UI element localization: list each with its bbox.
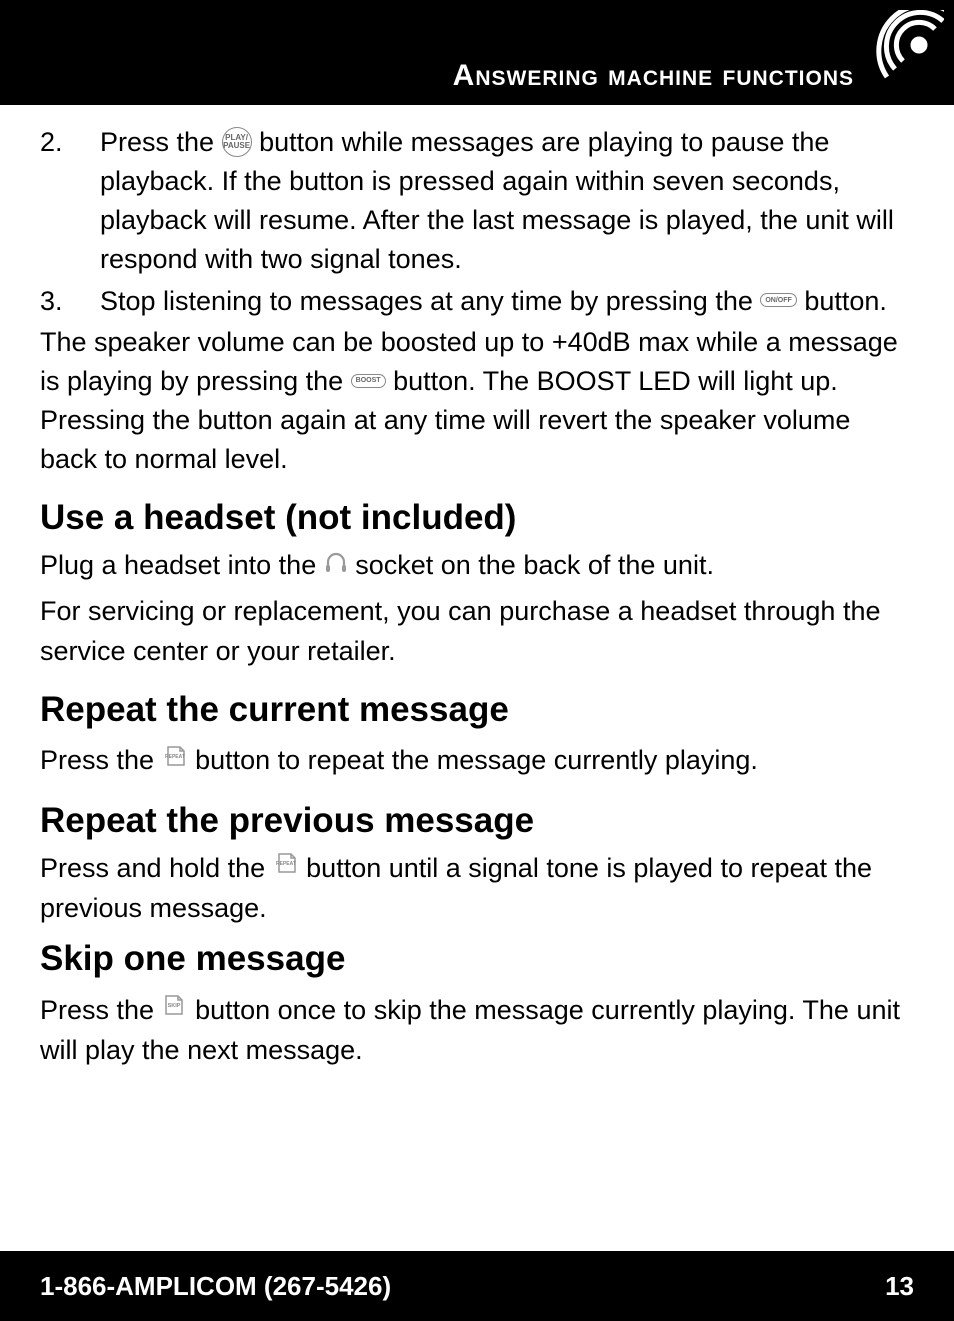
text: Press the [100, 127, 222, 157]
header-title: Answering machine functions [453, 59, 854, 93]
headphones-icon [324, 545, 348, 584]
skip-paragraph: Press the SKIP button once to skip the m… [40, 991, 914, 1071]
text: button. [797, 286, 887, 316]
repeat-button-icon: REPEAT [162, 741, 188, 780]
text: button to repeat the message currently p… [188, 745, 758, 775]
boost-paragraph: The speaker volume can be boosted up to … [40, 323, 914, 480]
step-number: 2. [40, 123, 100, 280]
repeat-previous-paragraph: Press and hold the REPEAT button until a… [40, 849, 914, 929]
boost-icon: BOOST [351, 374, 386, 388]
step-number: 3. [40, 282, 100, 321]
repeat-button-icon: REPEAT [273, 848, 299, 887]
page-header: Answering machine functions [0, 0, 954, 105]
step-2: 2. Press the PLAY/ PAUSE button while me… [40, 123, 914, 280]
svg-text:REPEAT: REPEAT [165, 754, 185, 760]
step-text: Press the PLAY/ PAUSE button while messa… [100, 123, 914, 280]
svg-text:SKIP: SKIP [167, 1003, 180, 1009]
text: Press and hold the [40, 853, 273, 883]
on-off-icon: ON/OFF [760, 293, 796, 307]
svg-text:REPEAT: REPEAT [276, 861, 296, 867]
heading-skip: Skip one message [40, 934, 914, 985]
page-footer: 1-866-AMPLICOM (267-5426) 13 [0, 1251, 954, 1321]
text: socket on the back of the unit. [348, 550, 714, 580]
footer-phone: 1-866-AMPLICOM (267-5426) [40, 1271, 391, 1302]
skip-button-icon: SKIP [162, 990, 188, 1029]
page-content: 2. Press the PLAY/ PAUSE button while me… [0, 105, 954, 1081]
heading-headset: Use a headset (not included) [40, 493, 914, 544]
heading-repeat-previous: Repeat the previous message [40, 796, 914, 847]
heading-repeat-current: Repeat the current message [40, 685, 914, 736]
step-3: 3. Stop listening to messages at any tim… [40, 282, 914, 321]
repeat-current-paragraph: Press the REPEAT button to repeat the me… [40, 741, 914, 781]
headset-service-paragraph: For servicing or replacement, you can pu… [40, 592, 914, 670]
text: Plug a headset into the [40, 550, 324, 580]
page-number: 13 [885, 1271, 914, 1302]
text: Press the [40, 995, 162, 1025]
text: Press the [40, 745, 162, 775]
headset-plug-paragraph: Plug a headset into the socket on the ba… [40, 546, 914, 586]
logo-arcs-icon [859, 10, 944, 100]
play-pause-icon: PLAY/ PAUSE [222, 127, 252, 157]
step-text: Stop listening to messages at any time b… [100, 282, 914, 321]
text: Stop listening to messages at any time b… [100, 286, 760, 316]
